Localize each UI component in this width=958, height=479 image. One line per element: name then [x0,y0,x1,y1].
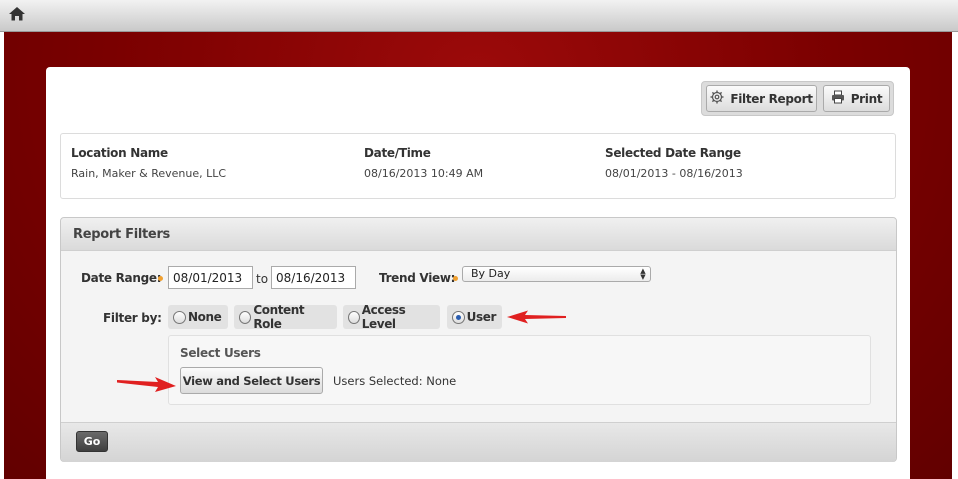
report-filters-header: Report Filters [61,218,896,251]
radio-user-selected[interactable] [452,310,465,324]
select-users-box: Select Users View and Select Users Users… [168,335,871,405]
required-indicator [158,276,163,281]
filter-option-label: Content Role [253,303,305,331]
location-info: Location Name Rain, Maker & Revenue, LLC [71,146,226,180]
top-bar [0,0,958,32]
location-label: Location Name [71,146,168,160]
selected-range-value: 08/01/2013 - 08/16/2013 [605,167,743,180]
report-info-box: Location Name Rain, Maker & Revenue, LLC… [60,133,896,199]
selected-range-label: Selected Date Range [605,146,741,160]
annotation-arrow-left-icon [507,310,566,324]
select-users-title: Select Users [180,346,261,360]
filter-option-user[interactable]: User [447,305,502,329]
filter-option-label: User [466,310,497,324]
filter-option-label: None [188,310,222,324]
radio-none[interactable] [173,310,186,324]
report-filters-footer [61,422,896,462]
home-icon[interactable] [8,6,30,26]
go-button[interactable]: Go [76,431,108,452]
trend-view-label: Trend View: [379,271,456,285]
radio-content-role[interactable] [239,310,252,324]
location-value: Rain, Maker & Revenue, LLC [71,167,227,180]
filter-option-none[interactable]: None [168,305,228,329]
print-button[interactable]: Print [823,85,890,112]
updown-chevron-icon: ▲ ▼ [640,267,646,281]
date-to-input[interactable]: 08/16/2013 [271,266,356,289]
filter-option-content-role[interactable]: Content Role [234,303,337,331]
datetime-label: Date/Time [364,146,431,160]
users-selected-status: Users Selected: None [333,374,457,388]
view-and-select-users-button[interactable]: View and Select Users [180,367,323,394]
date-range-info: Selected Date Range 08/01/2013 - 08/16/2… [605,146,743,180]
print-label: Print [850,91,883,106]
gear-icon [710,90,724,107]
filter-by-label: Filter by: [103,311,162,325]
filter-report-label: Filter Report [730,91,813,106]
filter-option-label: Access Level [361,303,406,331]
date-range-label: Date Range: [81,271,162,285]
report-filters-title: Report Filters [73,227,170,242]
trend-view-select[interactable]: By Day ▲ ▼ [462,266,651,282]
to-label: to [256,272,269,286]
radio-access-level[interactable] [348,310,360,324]
datetime-info: Date/Time 08/16/2013 10:49 AM [364,146,483,180]
filter-option-access-level[interactable]: Access Level [343,303,440,331]
date-from-input[interactable]: 08/01/2013 [168,266,253,289]
trend-view-value: By Day [471,267,511,280]
required-indicator [453,276,458,281]
annotation-arrow-right-icon [117,377,176,392]
datetime-value: 08/16/2013 10:49 AM [364,167,484,180]
filter-report-button[interactable]: Filter Report [706,85,817,112]
printer-icon [831,90,845,107]
